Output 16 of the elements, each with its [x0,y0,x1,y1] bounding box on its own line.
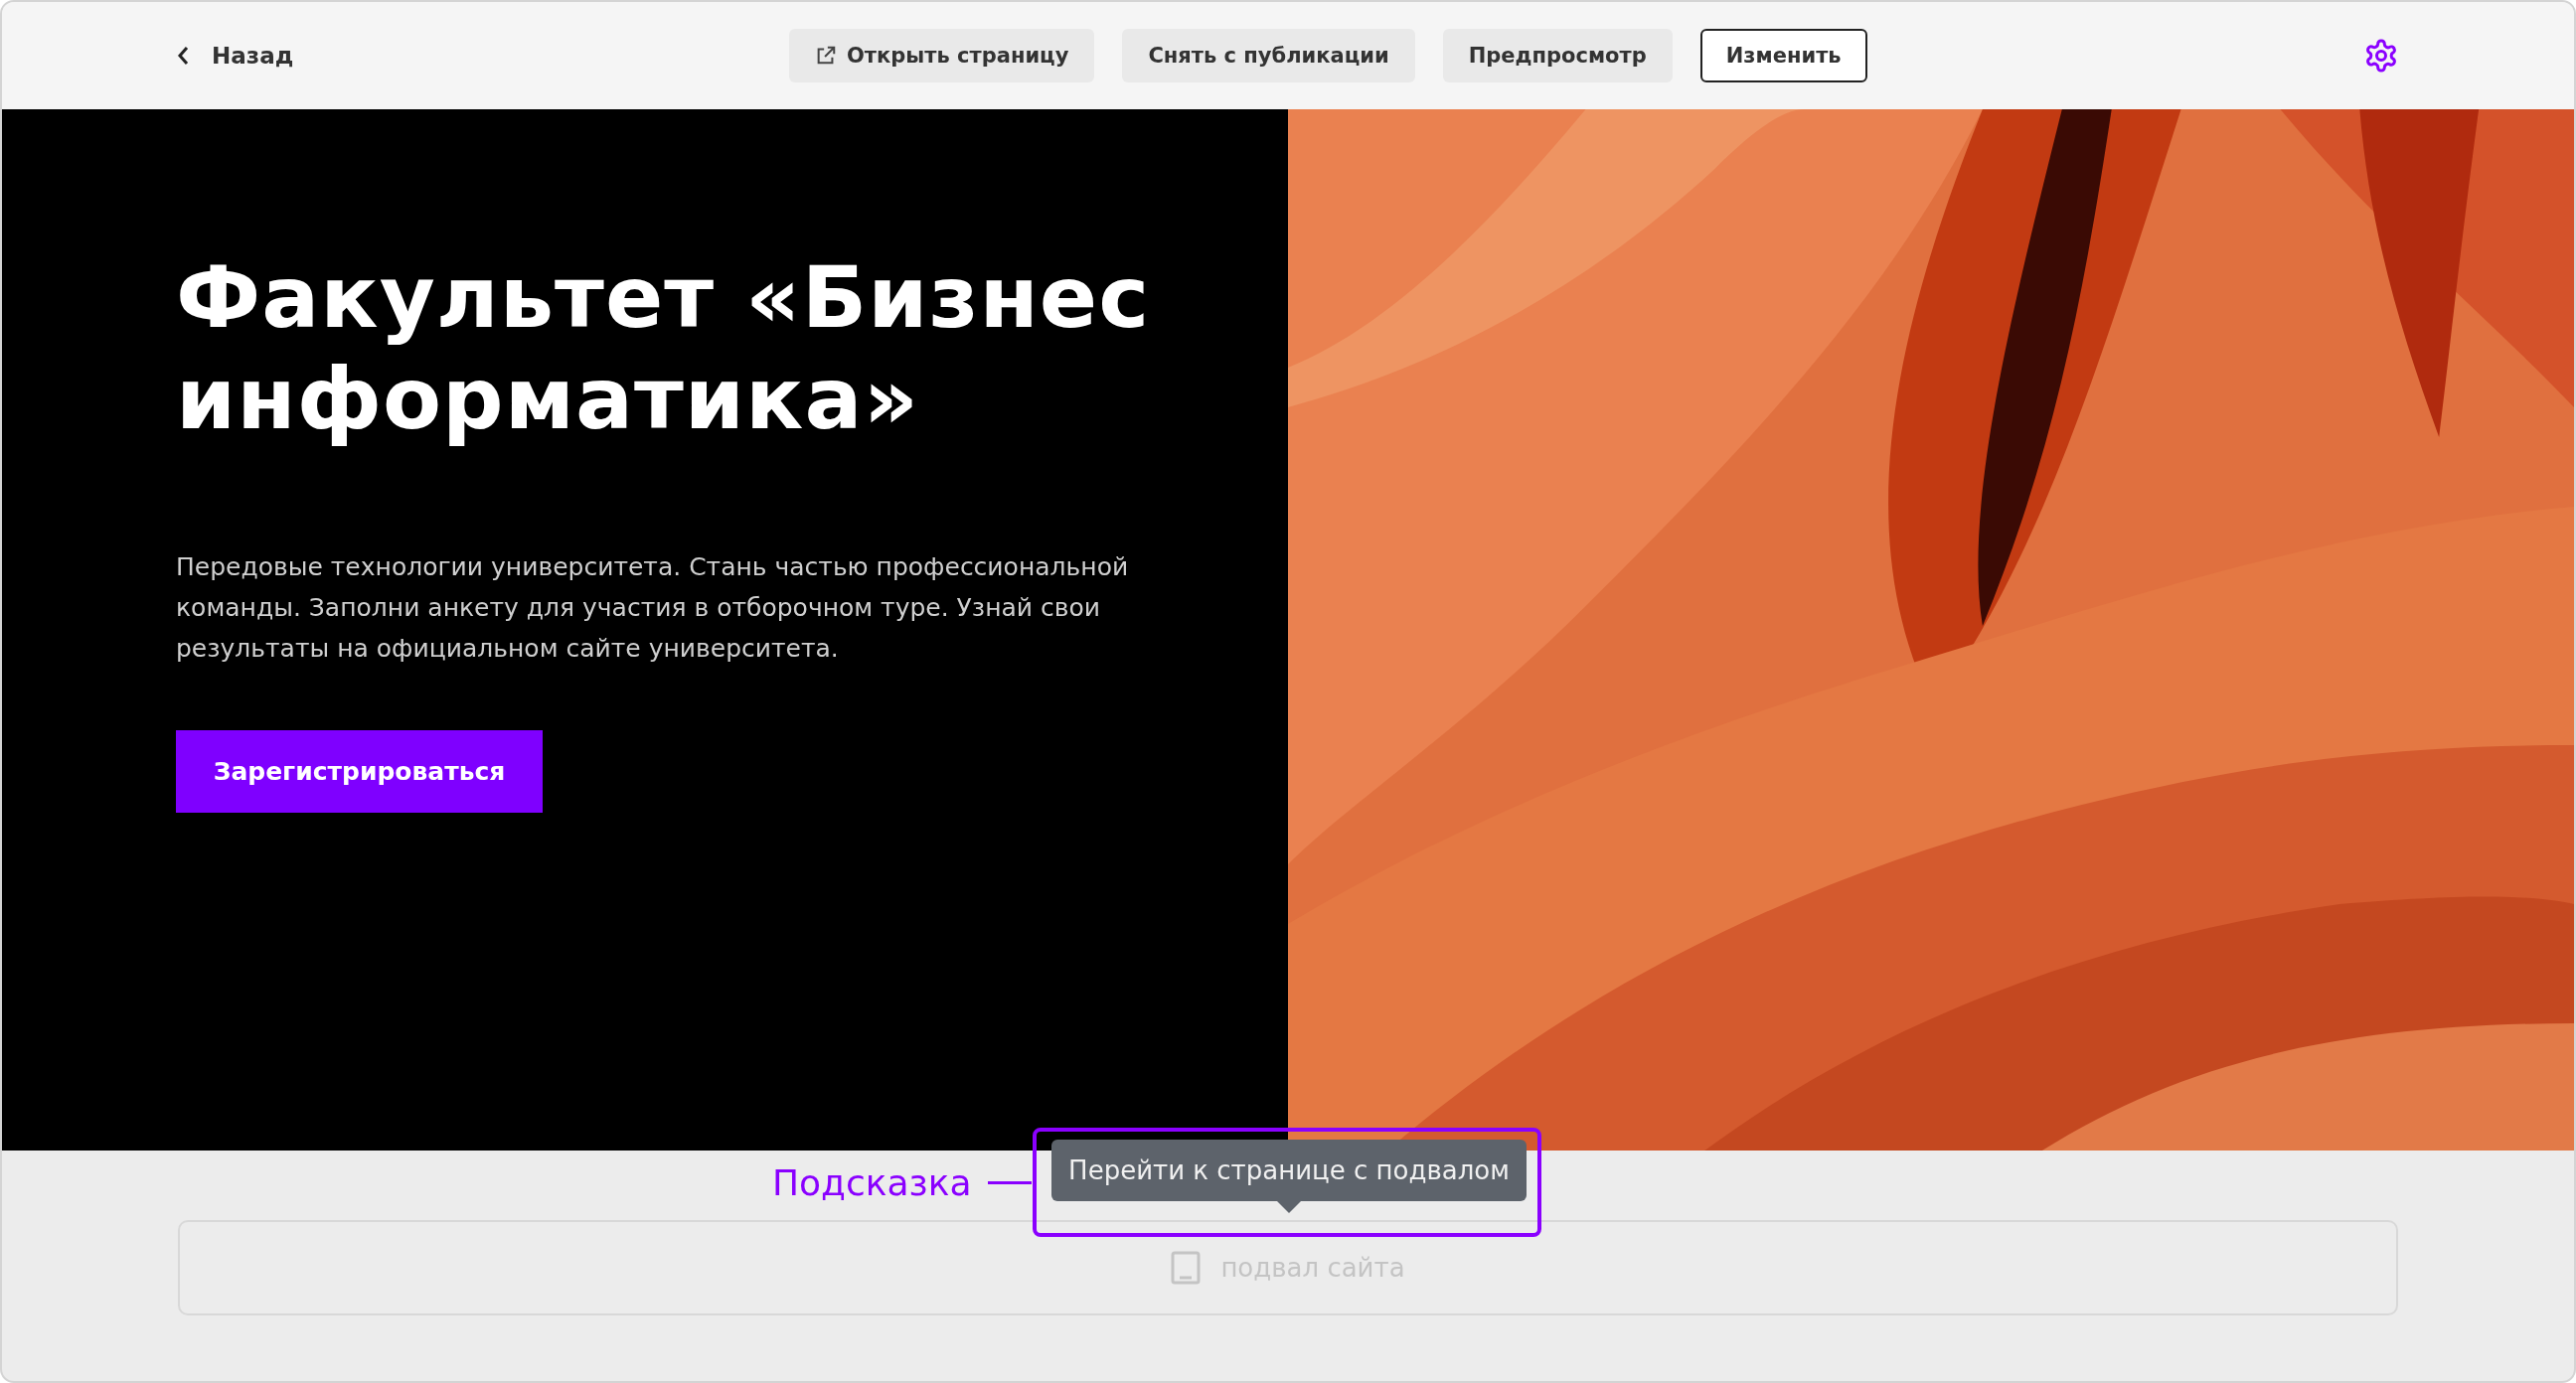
toolbar-button[interactable]: Предпросмотр [1442,29,1673,82]
chevron-left-icon [176,45,190,67]
toolbar-button[interactable]: Открыть страницу [789,29,1095,82]
settings-icon[interactable] [2363,38,2399,74]
tooltip-pointer-icon [1277,1201,1301,1213]
edit-button[interactable]: Изменить [1699,29,1867,82]
hero-title: Факультет «Бизнес информатика» [176,246,1152,449]
back-link[interactable]: Назад [176,43,789,69]
hero-description: Передовые технологии университета. Стань частью профессиональной команды. Заполни анкету для участия в отборочном туре. Узнай свои результаты на официальном сайте университета. [176,551,1130,665]
external-link-icon [815,45,837,67]
page-icon [1171,1251,1202,1285]
toolbar-button[interactable]: Снять с публикации [1122,29,1415,82]
leader-line [987,1181,1032,1184]
tooltip: Перейти к странице с подвалом [1051,1140,1527,1201]
register-button[interactable]: Зарегистрироваться [176,730,543,813]
annotation-label: Подсказка [772,1162,972,1203]
